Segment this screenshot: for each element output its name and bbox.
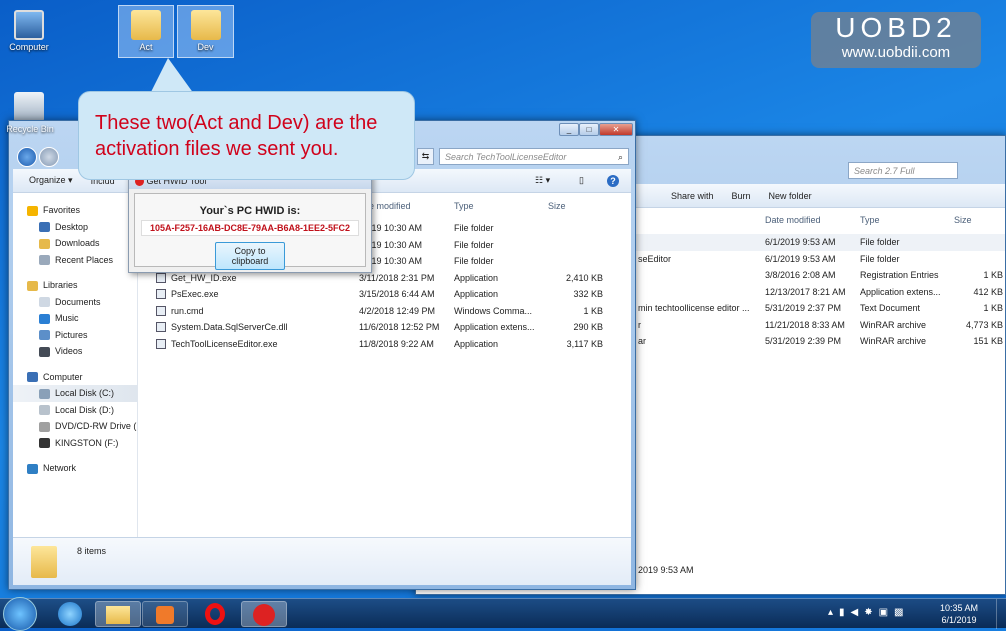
taskbar: ▴▮◀✸▣▩ 10:35 AM 6/1/2019: [0, 597, 1006, 631]
taskbar-opera[interactable]: [192, 601, 238, 627]
file-icon: [156, 289, 166, 299]
taskbar-explorer[interactable]: [95, 601, 141, 627]
column-type[interactable]: Type: [454, 198, 474, 215]
preview-pane-icon[interactable]: ▯: [579, 175, 584, 186]
details-pane: 8 items: [13, 537, 631, 585]
file-row[interactable]: run.cmd 4/2/2018 12:49 PM Windows Comma...…: [13, 303, 631, 320]
toolbar-share-with[interactable]: Share with: [671, 191, 714, 201]
callout-pointer: [150, 58, 194, 94]
nav-item[interactable]: KINGSTON (F:): [13, 435, 137, 452]
desktop-icon-dev[interactable]: Dev: [177, 5, 234, 58]
file-icon: [156, 322, 166, 332]
nav-icon: [39, 405, 50, 416]
column-date-modified[interactable]: e modified: [369, 198, 411, 215]
view-options-icon[interactable]: ☷ ▾: [535, 175, 550, 186]
nav-item[interactable]: Network: [13, 460, 137, 477]
desktop-icon-recycle-bin[interactable]: [0, 88, 58, 124]
minimize-button[interactable]: _: [559, 123, 579, 136]
search-input[interactable]: Search TechToolLicenseEditor ⌕: [439, 148, 629, 165]
nav-icon: [27, 463, 38, 474]
clock[interactable]: 10:35 AM 6/1/2019: [940, 602, 978, 626]
back-button[interactable]: [17, 147, 37, 167]
forward-button[interactable]: [39, 147, 59, 167]
file-row[interactable]: System.Data.SqlServerCe.dll 11/6/2018 12:…: [13, 319, 631, 336]
hwid-dialog: Get HWID Tool Your`s PC HWID is: 105A-F2…: [128, 172, 372, 273]
organize-menu[interactable]: Organize ▾: [29, 175, 73, 186]
file-icon: [156, 305, 166, 316]
nav-item[interactable]: Computer: [13, 369, 137, 386]
search-icon: ⌕: [617, 152, 623, 162]
recycle-bin-label[interactable]: Recycle Bin: [2, 124, 58, 134]
column-size[interactable]: Size: [954, 212, 972, 229]
nav-icon: [39, 388, 50, 399]
folder-icon: [190, 10, 221, 40]
file-row[interactable]: TechToolLicenseEditor.exe 11/8/2018 9:22 …: [13, 336, 631, 353]
taskbar-media-player[interactable]: [142, 601, 188, 627]
tray-icons[interactable]: ▴▮◀✸▣▩: [828, 607, 910, 618]
nav-item[interactable]: Local Disk (D:): [13, 402, 137, 419]
column-type[interactable]: Type: [860, 212, 880, 229]
copy-to-clipboard-button[interactable]: Copy to clipboard: [215, 242, 285, 270]
file-icon: [156, 338, 166, 349]
maximize-button[interactable]: □: [579, 123, 599, 136]
start-button[interactable]: [3, 597, 37, 631]
desktop-icon-computer[interactable]: Computer: [0, 6, 58, 52]
toolbar-new-folder[interactable]: New folder: [769, 191, 812, 201]
column-size[interactable]: Size: [548, 198, 566, 215]
desktop-icon-act[interactable]: Act: [118, 5, 174, 58]
internet-explorer-icon[interactable]: [58, 602, 82, 626]
file-row[interactable]: PsExec.exe 3/15/2018 6:44 AM Application 33…: [13, 286, 631, 303]
help-icon[interactable]: ?: [607, 174, 619, 187]
computer-icon: [14, 10, 44, 40]
recycle-bin-icon: [14, 92, 44, 122]
search-input[interactable]: Search 2.7 Full: [848, 162, 958, 179]
hwid-value[interactable]: 105A-F257-16AB-DC8E-79AA-B6A8-1EE2-5FC2: [141, 220, 359, 236]
callout-annotation: These two(Act and Dev) are the activatio…: [78, 91, 415, 180]
nav-item[interactable]: DVD/CD-RW Drive (I: [13, 418, 137, 435]
refresh-button[interactable]: ⇆: [417, 148, 434, 165]
show-desktop-button[interactable]: [996, 599, 1006, 629]
taskbar-get-hwid-tool[interactable]: [241, 601, 287, 627]
nav-icon: [39, 438, 50, 449]
nav-icon: [27, 372, 38, 383]
folder-icon: [31, 546, 57, 578]
close-button[interactable]: ✕: [599, 123, 633, 136]
nav-item[interactable]: Local Disk (C:): [13, 385, 137, 402]
folder-icon: [131, 10, 161, 40]
toolbar-burn[interactable]: Burn: [732, 191, 751, 201]
watermark-logo: UOBD2 www.uobdii.com: [811, 12, 981, 68]
nav-icon: [39, 421, 50, 432]
file-icon: [156, 272, 166, 283]
column-date-modified[interactable]: Date modified: [765, 212, 821, 229]
